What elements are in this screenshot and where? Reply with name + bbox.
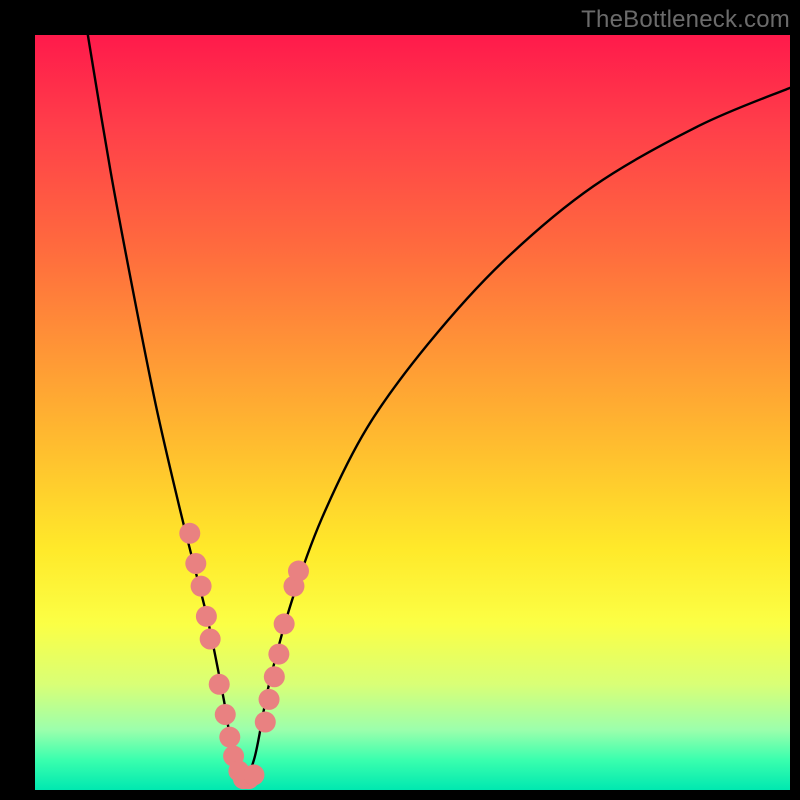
curve-marker xyxy=(274,613,295,634)
curve-marker xyxy=(185,553,206,574)
curve-marker xyxy=(179,523,200,544)
curve-marker xyxy=(191,576,212,597)
curve-marker xyxy=(243,764,264,785)
chart-frame: TheBottleneck.com xyxy=(0,0,800,800)
curve-marker xyxy=(215,704,236,725)
curve-marker xyxy=(219,727,240,748)
curve-marker xyxy=(209,674,230,695)
curve-marker xyxy=(268,644,289,665)
curve-marker xyxy=(259,689,280,710)
curve-marker xyxy=(288,561,309,582)
bottleneck-curve xyxy=(88,35,790,786)
curve-marker xyxy=(200,629,221,650)
curve-marker xyxy=(196,606,217,627)
plot-area xyxy=(35,35,790,790)
curve-marker xyxy=(264,666,285,687)
curve-svg xyxy=(35,35,790,790)
curve-markers xyxy=(179,523,309,789)
curve-marker xyxy=(255,712,276,733)
watermark-text: TheBottleneck.com xyxy=(581,6,790,34)
